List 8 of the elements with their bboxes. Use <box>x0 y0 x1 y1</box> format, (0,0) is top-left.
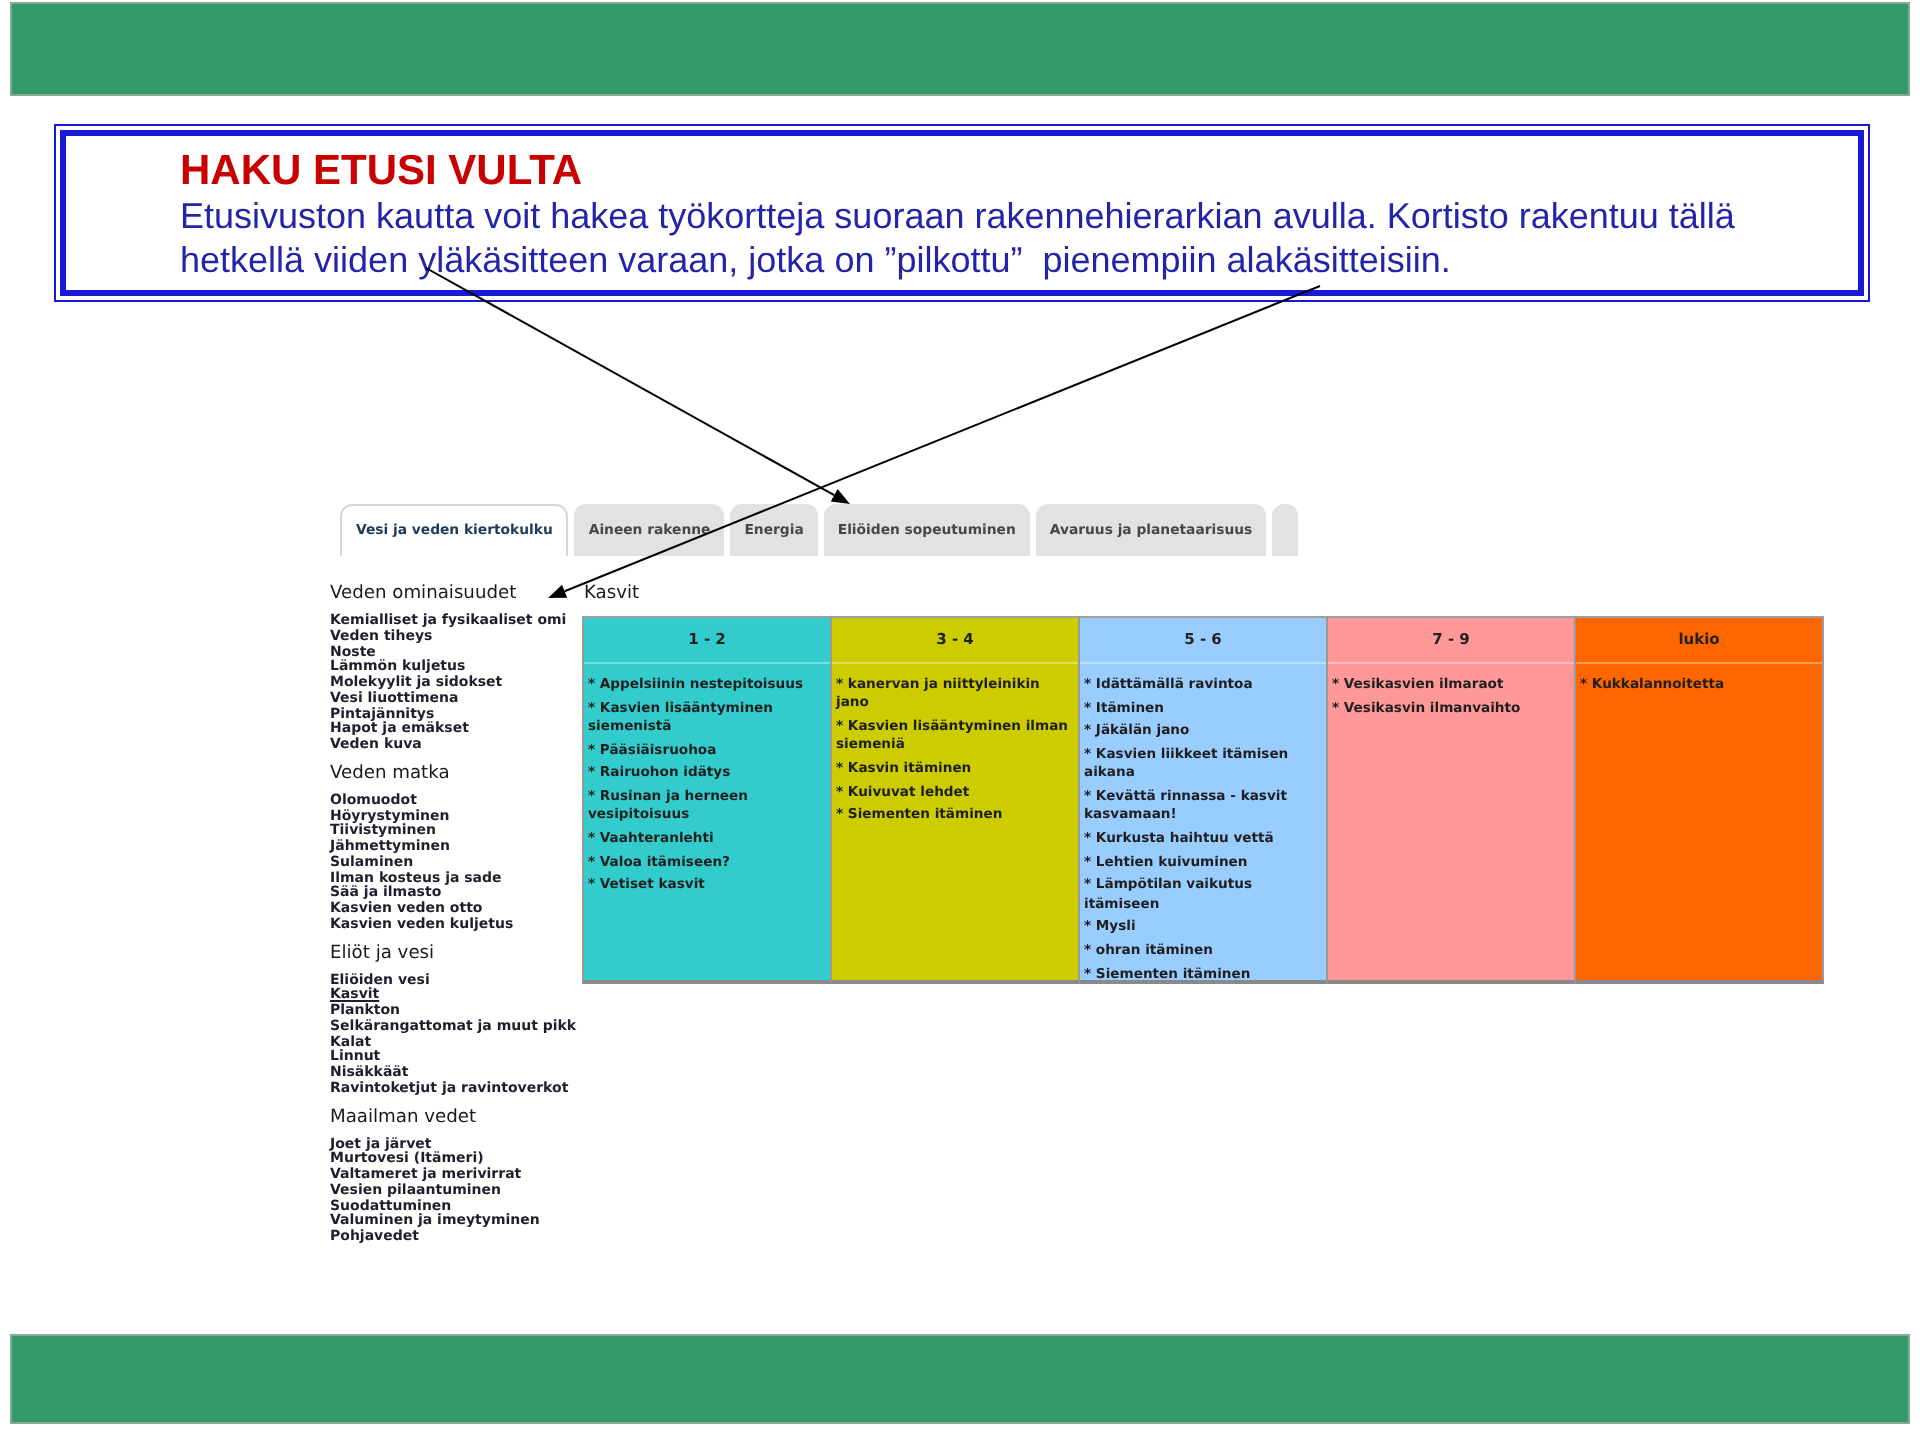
sidebar-heading: Veden matka <box>330 763 450 784</box>
topic-heading: Kasvit <box>584 584 640 604</box>
sidebar-heading: Eliöt ja vesi <box>330 943 435 963</box>
sidebar-heading: Maailman vedet <box>330 1107 477 1127</box>
sidebar-heading: Veden ominaisuudet <box>330 584 517 604</box>
slide-text: Etusivuston kautta voit hakea työkortteja suoraan rakennehierarkian avulla. Kortisto rakentuu tällä hetkellä viiden yläkäsitteen varaan, jotka on ”pilkottu” pienempiin alakäsitteisiin. <box>180 194 1737 282</box>
slide-title: HAKU ETUSI VULTA <box>180 150 583 194</box>
partial-tab[interactable] <box>1272 504 1299 556</box>
